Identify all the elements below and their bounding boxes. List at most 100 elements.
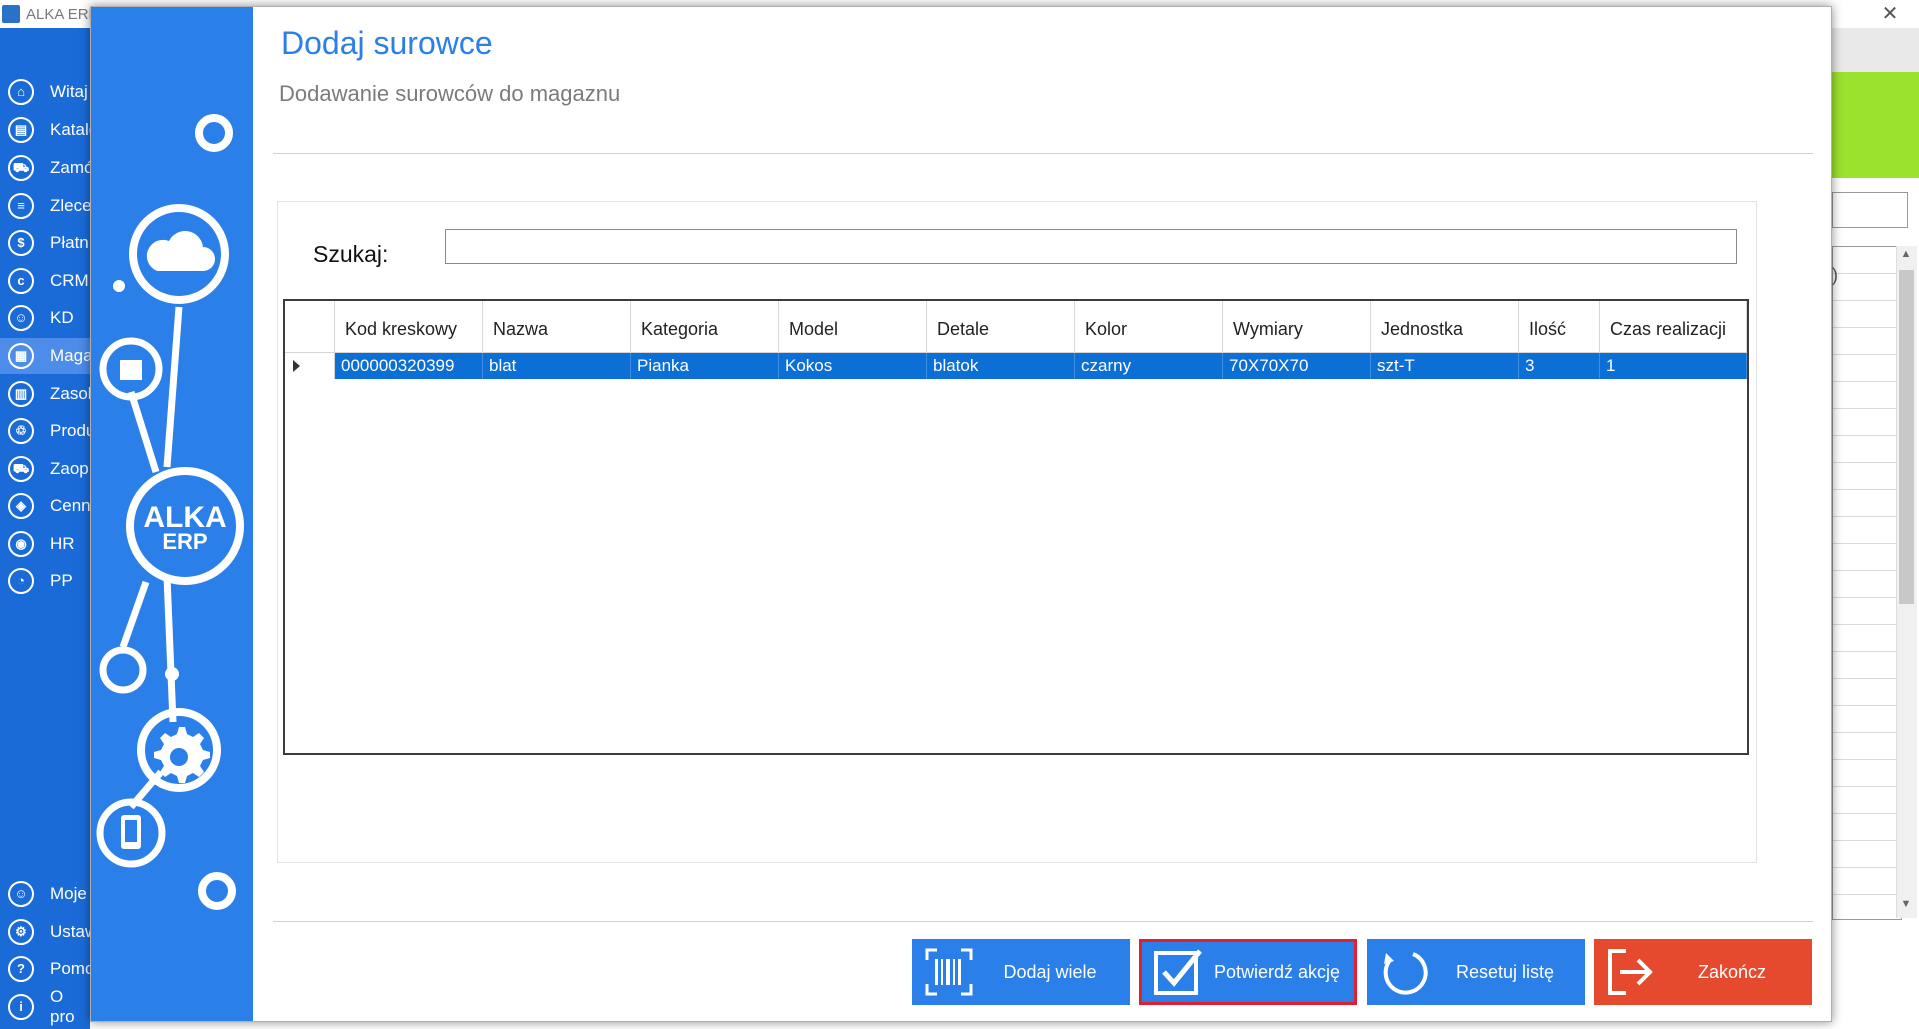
cell-wymiary[interactable]: 70X70X70 [1223, 353, 1371, 379]
cell-nazwa[interactable]: blat [483, 353, 631, 379]
column-header-jednostka[interactable]: Jednostka [1371, 301, 1519, 353]
app-logo-icon [2, 5, 20, 23]
scroll-down-icon[interactable]: ▼ [1897, 898, 1915, 916]
sidebar-item-o-programie[interactable]: i O pro [0, 987, 90, 1026]
sidebar-item-witaj[interactable]: ⌂ Witaj [0, 74, 90, 110]
sidebar-item-moje[interactable]: ☺ Moje [0, 876, 90, 912]
sidebar-item-label: Zlece [50, 196, 92, 215]
sidebar-item-platnosci[interactable]: $ Płatn [0, 225, 90, 261]
dialog-subtitle: Dodawanie surowców do magaznu [279, 81, 621, 106]
sidebar-item-zlecenia[interactable]: ≡ Zlece [0, 188, 92, 224]
sidebar-item-label: KD [50, 308, 74, 327]
column-header-wymiary[interactable]: Wymiary [1223, 301, 1371, 353]
exit-icon [1600, 942, 1662, 1002]
grid-header: Kod kreskowy Nazwa Kategoria Model Detal… [285, 301, 1747, 353]
sidebar-item-katalog[interactable]: ▤ Katalo [0, 112, 98, 148]
sidebar-item-label: CRM [50, 271, 89, 290]
sidebar-item-label: Produ [50, 421, 96, 440]
catalog-icon: ▤ [8, 117, 34, 143]
list-icon: ≡ [8, 193, 34, 219]
window-title: ALKA ERP [26, 6, 99, 23]
dollar-icon: $ [8, 230, 34, 256]
sidebar-item-cenniki[interactable]: ◈ Cenn [0, 488, 91, 524]
cell-jednostka[interactable]: szt-T [1371, 353, 1519, 379]
footer-separator [273, 921, 1813, 922]
sidebar-item-hr[interactable]: ◉ HR [0, 526, 90, 562]
sidebar-item-produkcja[interactable]: ♲ Produ [0, 413, 95, 449]
column-header-nazwa[interactable]: Nazwa [483, 301, 631, 353]
sidebar-item-label: Płatn [50, 233, 89, 252]
finish-label: Zakończ [1697, 961, 1767, 982]
cell-detale[interactable]: blatok [927, 353, 1075, 379]
cell-czas-realizacji[interactable]: 1 [1600, 353, 1747, 379]
sidebar-item-kd[interactable]: ☺ KD [0, 300, 90, 336]
crm-icon: c [8, 268, 34, 294]
add-many-label: Dodaj wiele [1003, 961, 1097, 982]
sidebar-item-label: Pomo [50, 959, 95, 978]
refresh-icon [1373, 942, 1435, 1002]
reset-list-button[interactable]: Resetuj listę [1367, 939, 1585, 1005]
scroll-up-icon[interactable]: ▲ [1897, 248, 1915, 266]
confirm-action-button[interactable]: Potwierdź akcję [1139, 939, 1357, 1005]
background-status-panel [1832, 72, 1919, 178]
sidebar-item-label: Cenn [50, 496, 91, 515]
cell-kategoria[interactable]: Pianka [631, 353, 779, 379]
hr-icon: ◉ [8, 531, 34, 557]
sidebar-item-magazyn[interactable]: ▦ Maga [0, 338, 93, 374]
search-input[interactable] [445, 229, 1737, 264]
sidebar-item-zaopatrzenie[interactable]: ⛟ Zaop [0, 451, 90, 487]
column-header-model[interactable]: Model [779, 301, 927, 353]
cart-icon: ⛟ [8, 155, 34, 181]
sidebar-item-ustawienia[interactable]: ⚙ Ustaw [0, 914, 97, 950]
grid-header-corner[interactable] [285, 301, 335, 353]
tag-icon: ◈ [8, 493, 34, 519]
column-header-kod-kreskowy[interactable]: Kod kreskowy [335, 301, 483, 353]
column-header-kategoria[interactable]: Kategoria [631, 301, 779, 353]
sidebar-item-zasoby[interactable]: ▥ Zasob [0, 376, 97, 412]
sidebar-item-crm[interactable]: c CRM [0, 263, 90, 299]
background-grid-text: ) [1832, 265, 1838, 285]
user-icon: ☺ [8, 881, 34, 907]
add-materials-dialog: ALKA ERP Dodaj surowce Dodawanie surowcó… [90, 6, 1832, 1022]
window-close-button[interactable]: ✕ [1870, 2, 1910, 26]
sidebar-item-label: O pro [50, 987, 75, 1026]
finish-button[interactable]: Zakończ [1594, 939, 1812, 1005]
network-illustration-icon: ALKA ERP [96, 114, 244, 910]
production-icon: ♲ [8, 418, 34, 444]
main-sidebar: ⌂ Witaj ▤ Katalo ⛟ Zamó ≡ Zlece $ Płatn … [0, 28, 98, 1029]
sidebar-item-pomoc[interactable]: ? Pomo [0, 951, 94, 987]
background-input[interactable] [1832, 192, 1908, 228]
home-icon: ⌂ [8, 79, 34, 105]
sidebar-item-label: Maga [50, 346, 93, 365]
background-toolbar [1832, 28, 1919, 72]
dialog-banner: ALKA ERP [91, 7, 253, 1021]
materials-grid[interactable]: Kod kreskowy Nazwa Kategoria Model Detal… [283, 299, 1749, 755]
cell-kolor[interactable]: czarny [1075, 353, 1223, 379]
sidebar-item-pp[interactable]: ◔ PP [0, 563, 90, 599]
cell-ilosc[interactable]: 3 [1519, 353, 1600, 379]
help-icon: ? [8, 956, 34, 982]
sidebar-item-label: PP [50, 571, 73, 590]
confirm-action-label: Potwierdź akcję [1213, 961, 1341, 982]
dialog-title: Dodaj surowce [281, 25, 493, 61]
info-icon: i [8, 994, 34, 1020]
column-header-kolor[interactable]: Kolor [1075, 301, 1223, 353]
scrollbar-thumb[interactable] [1899, 270, 1914, 604]
sidebar-item-zamowienia[interactable]: ⛟ Zamó [0, 150, 94, 186]
sidebar-item-label: HR [50, 534, 75, 553]
sidebar-item-label: Zamó [50, 158, 94, 177]
sidebar-item-label: Zaop [50, 459, 89, 478]
sidebar-item-label: Witaj [50, 82, 88, 101]
resources-icon: ▥ [8, 381, 34, 407]
reset-list-label: Resetuj listę [1455, 961, 1555, 982]
column-header-detale[interactable]: Detale [927, 301, 1075, 353]
table-row[interactable]: 000000320399 blat Pianka Kokos blatok cz… [285, 353, 1747, 379]
column-header-ilosc[interactable]: Ilość [1519, 301, 1600, 353]
add-many-button[interactable]: Dodaj wiele [912, 939, 1130, 1005]
cell-model[interactable]: Kokos [779, 353, 927, 379]
column-header-czas-realizacji[interactable]: Czas realizacji [1600, 301, 1747, 353]
truck-icon: ⛟ [8, 456, 34, 482]
person-icon: ☺ [8, 305, 34, 331]
row-selector[interactable] [285, 353, 335, 379]
cell-kod-kreskowy[interactable]: 000000320399 [335, 353, 483, 379]
